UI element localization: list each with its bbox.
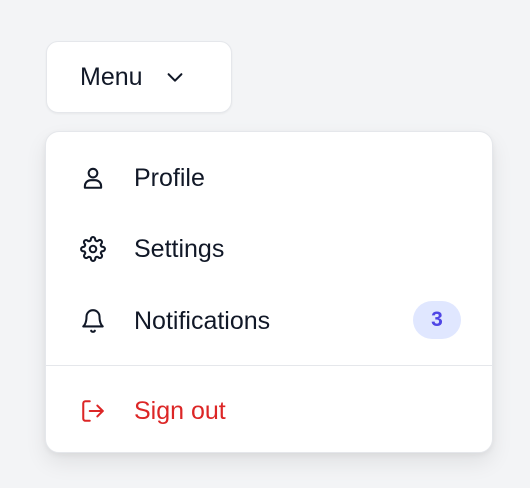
menu-item-notifications[interactable]: Notifications 3	[46, 291, 492, 351]
bell-icon	[79, 307, 107, 335]
menu-item-label: Settings	[134, 234, 225, 263]
chevron-down-icon	[164, 66, 186, 88]
menu-item-profile[interactable]: Profile	[46, 148, 492, 208]
menu-item-label: Notifications	[134, 306, 271, 335]
sign-out-label: Sign out	[134, 396, 226, 425]
sign-out-icon	[79, 397, 107, 425]
menu-button[interactable]: Menu	[46, 41, 232, 113]
menu-divider	[46, 365, 492, 366]
menu-item-label: Profile	[134, 163, 205, 192]
notification-count-badge: 3	[413, 301, 461, 339]
menu-button-label: Menu	[80, 62, 143, 91]
dropdown-menu: Profile Settings Notifications 3 Sign ou…	[45, 131, 493, 453]
gear-icon	[79, 235, 107, 263]
user-icon	[79, 164, 107, 192]
menu-item-sign-out[interactable]: Sign out	[46, 381, 492, 441]
menu-item-settings[interactable]: Settings	[46, 219, 492, 279]
